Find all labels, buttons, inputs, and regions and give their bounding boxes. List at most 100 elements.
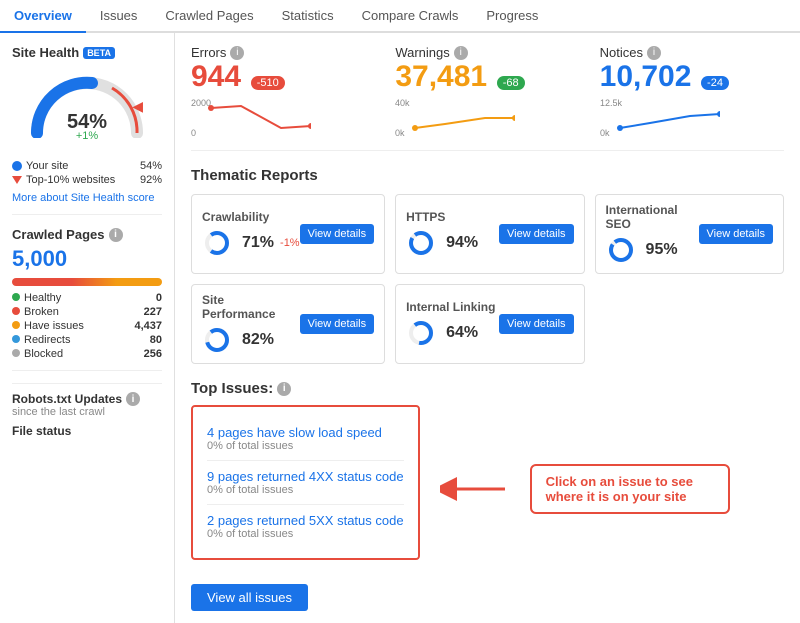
nav-bar: Overview Issues Crawled Pages Statistics… <box>0 0 800 33</box>
internal-linking-name: Internal Linking <box>406 300 495 314</box>
redirects-val: 80 <box>150 334 162 346</box>
svg-text:2000: 2000 <box>191 98 211 108</box>
site-performance-name: Site Performance <box>202 293 300 321</box>
gauge-chart: 54% +1% ◀ <box>27 68 147 138</box>
callout-box: Click on an issue to see where it is on … <box>530 464 730 514</box>
report-https: HTTPS 94% View details <box>395 194 584 274</box>
issue-link-0[interactable]: 4 pages have slow load speed <box>207 425 404 440</box>
broken-val: 227 <box>144 306 162 318</box>
crawled-pages-value: 5,000 <box>12 246 162 272</box>
notices-badge: -24 <box>701 76 729 90</box>
crawled-pages-info-icon[interactable]: i <box>109 228 123 242</box>
issue-sub-2: 0% of total issues <box>207 528 404 540</box>
issue-link-2[interactable]: 2 pages returned 5XX status code <box>207 513 404 528</box>
redirects-label: Redirects <box>24 334 70 346</box>
crawled-progress-bar <box>12 278 162 286</box>
reports-grid: Crawlability 71% -1% View details <box>191 194 784 364</box>
broken-label: Broken <box>24 306 59 318</box>
svg-text:0: 0 <box>191 128 196 138</box>
warnings-label: Warnings <box>395 45 449 60</box>
report-international-seo: International SEO 95% View details <box>595 194 784 274</box>
international-seo-view-btn[interactable]: View details <box>699 224 774 244</box>
errors-metric: Errors i 944 -510 2000 0 <box>191 45 375 138</box>
arrow-container <box>440 477 510 501</box>
redirects-dot <box>12 335 20 343</box>
errors-label: Errors <box>191 45 226 60</box>
https-score: 94% <box>446 234 478 252</box>
report-crawlability: Crawlability 71% -1% View details <box>191 194 385 274</box>
top-issues-section: Top Issues: i 4 pages have slow load spe… <box>191 380 784 611</box>
issue-item-0[interactable]: 4 pages have slow load speed 0% of total… <box>207 417 404 461</box>
robots-info-icon[interactable]: i <box>126 392 140 406</box>
nav-item-overview[interactable]: Overview <box>0 0 86 33</box>
international-seo-name: International SEO <box>606 203 699 231</box>
site-health-link[interactable]: More about Site Health score <box>12 192 162 204</box>
gauge-change: +1% <box>76 130 98 142</box>
site-health-section: Site Health BETA 54% +1% ◀ Your site <box>12 45 162 204</box>
report-site-performance: Site Performance 82% View details <box>191 284 385 364</box>
blocked-dot <box>12 349 20 357</box>
nav-item-progress[interactable]: Progress <box>472 0 552 31</box>
notices-metric: Notices i 10,702 -24 12.5k 0k <box>600 45 784 138</box>
broken-dot <box>12 307 20 315</box>
issue-item-2[interactable]: 2 pages returned 5XX status code 0% of t… <box>207 505 404 548</box>
healthy-val: 0 <box>156 292 162 304</box>
warnings-badge: -68 <box>497 76 525 90</box>
issues-box: 4 pages have slow load speed 0% of total… <box>191 405 420 560</box>
have-issues-dot <box>12 321 20 329</box>
top-issues-title: Top Issues: <box>191 380 273 397</box>
view-all-issues-btn[interactable]: View all issues <box>191 584 308 611</box>
blocked-val: 256 <box>144 348 162 360</box>
https-view-btn[interactable]: View details <box>499 224 574 244</box>
issue-item-1[interactable]: 9 pages returned 4XX status code 0% of t… <box>207 461 404 505</box>
internal-linking-view-btn[interactable]: View details <box>499 314 574 334</box>
robots-section: Robots.txt Updates i since the last craw… <box>12 383 162 438</box>
thematic-reports-section: Thematic Reports Crawlability 71% -1% <box>191 167 784 364</box>
warnings-metric: Warnings i 37,481 -68 40k 0k <box>395 45 579 138</box>
healthy-dot <box>12 293 20 301</box>
robots-title: Robots.txt Updates <box>12 392 122 406</box>
your-site-label: Your site <box>26 160 68 172</box>
issue-sub-1: 0% of total issues <box>207 484 404 496</box>
nav-item-statistics[interactable]: Statistics <box>268 0 348 31</box>
metrics-row: Errors i 944 -510 2000 0 <box>191 45 784 151</box>
site-performance-view-btn[interactable]: View details <box>300 314 375 334</box>
crawlability-name: Crawlability <box>202 210 300 224</box>
healthy-label: Healthy <box>24 292 61 304</box>
nav-item-compare[interactable]: Compare Crawls <box>348 0 473 31</box>
your-site-val: 54% <box>140 160 162 172</box>
have-issues-label: Have issues <box>24 320 84 332</box>
warnings-info-icon[interactable]: i <box>454 46 468 60</box>
nav-item-issues[interactable]: Issues <box>86 0 152 31</box>
notices-value: 10,702 <box>600 60 692 93</box>
gauge-arrow: ◀ <box>132 98 143 115</box>
errors-info-icon[interactable]: i <box>230 46 244 60</box>
issue-link-1[interactable]: 9 pages returned 4XX status code <box>207 469 404 484</box>
svg-text:0k: 0k <box>600 128 610 138</box>
report-internal-linking: Internal Linking 64% View details <box>395 284 584 364</box>
crawled-pages-title: Crawled Pages <box>12 227 105 242</box>
file-status-label: File status <box>12 424 162 438</box>
top-issues-info-icon[interactable]: i <box>277 382 291 396</box>
have-issues-val: 4,437 <box>134 320 162 332</box>
international-seo-score: 95% <box>646 241 678 259</box>
notices-info-icon[interactable]: i <box>647 46 661 60</box>
thematic-title: Thematic Reports <box>191 167 784 184</box>
site-performance-score: 82% <box>242 331 274 349</box>
beta-badge: BETA <box>83 47 115 59</box>
errors-value: 944 <box>191 60 241 93</box>
internal-linking-score: 64% <box>446 324 478 342</box>
svg-text:0k: 0k <box>395 128 405 138</box>
top10-val: 92% <box>140 174 162 186</box>
nav-item-crawled[interactable]: Crawled Pages <box>151 0 267 31</box>
issue-sub-0: 0% of total issues <box>207 440 404 452</box>
crawlability-view-btn[interactable]: View details <box>300 224 375 244</box>
crawlability-change: -1% <box>280 237 300 249</box>
crawled-pages-section: Crawled Pages i 5,000 Healthy 0 Broken 2… <box>12 227 162 360</box>
notices-label: Notices <box>600 45 643 60</box>
crawlability-score: 71% <box>242 234 274 252</box>
issues-row: 4 pages have slow load speed 0% of total… <box>191 405 784 572</box>
robots-subtitle: since the last crawl <box>12 406 162 418</box>
blocked-label: Blocked <box>24 348 63 360</box>
errors-badge: -510 <box>251 76 285 90</box>
